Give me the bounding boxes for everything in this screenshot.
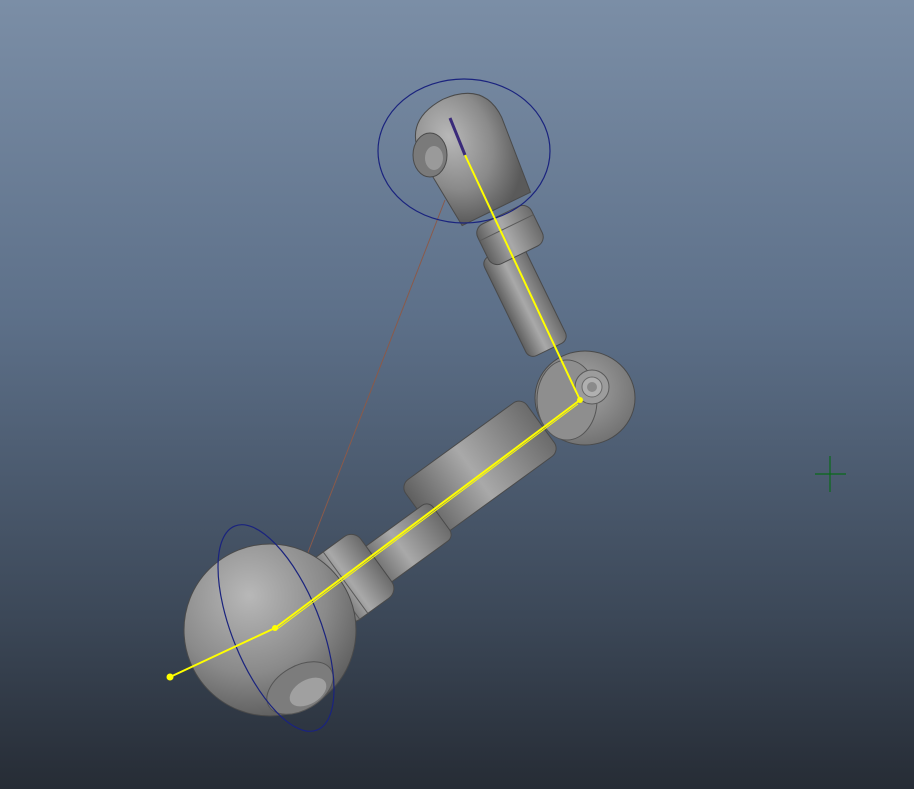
joint-wrist[interactable] <box>272 625 278 631</box>
wrist-ball-mesh[interactable] <box>183 543 357 725</box>
locator-cross[interactable] <box>815 456 846 492</box>
upper-arm-mesh[interactable] <box>402 80 569 360</box>
elbow-joint-mesh[interactable] <box>534 350 636 446</box>
joint-end[interactable] <box>166 673 174 681</box>
viewport-3d[interactable] <box>0 0 914 789</box>
scene-canvas[interactable] <box>0 0 914 789</box>
bone-elbow-wrist[interactable] <box>274 399 581 629</box>
joint-elbow[interactable] <box>577 397 583 403</box>
